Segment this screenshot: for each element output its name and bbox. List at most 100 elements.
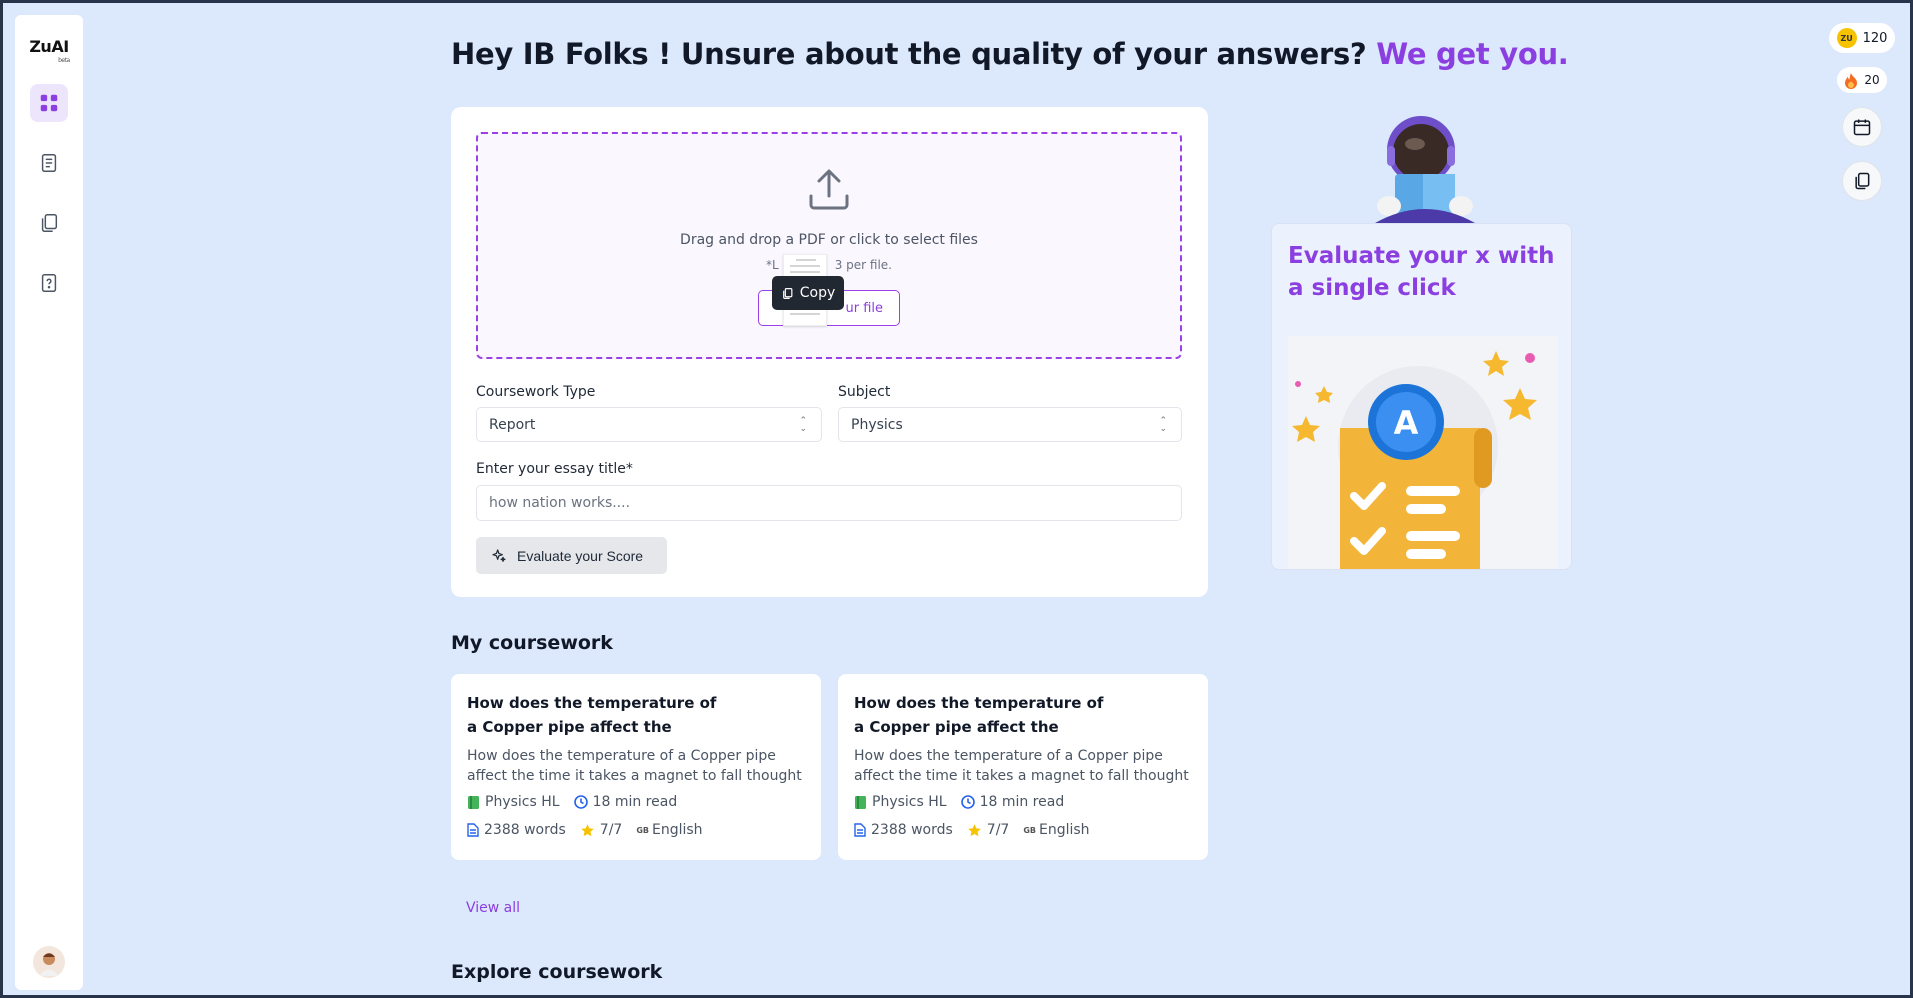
clock-icon	[573, 795, 588, 809]
nav-notes[interactable]	[30, 144, 68, 182]
subject-tag: Physics HL	[854, 794, 947, 810]
calendar-icon	[1853, 119, 1871, 136]
dropzone-limit-text: *L 3 per file.	[478, 258, 1180, 272]
language: GB English	[1023, 822, 1089, 838]
coursework-card-title: How does the temperature of a Copper pip…	[854, 694, 1104, 736]
clock-icon	[960, 795, 975, 809]
explore-coursework-title: Explore coursework	[451, 961, 663, 983]
grade-letter: A	[1394, 404, 1419, 442]
tooltip-label: Copy	[799, 285, 836, 301]
user-avatar[interactable]	[33, 946, 65, 978]
word-count: 2388 words	[854, 822, 953, 838]
coursework-meta-row: 2388 words 7/7 GB English	[467, 822, 703, 838]
subject-tag: Physics HL	[467, 794, 560, 810]
documents-button[interactable]	[1842, 161, 1882, 201]
language: GB English	[636, 822, 702, 838]
word-count: 2388 words	[467, 822, 566, 838]
coursework-meta-row: 2388 words 7/7 GB English	[854, 822, 1090, 838]
question-icon	[41, 274, 57, 292]
promo-title: Evaluate your x with a single click	[1288, 243, 1555, 301]
evaluation-form-card: Drag and drop a PDF or click to select f…	[451, 107, 1208, 597]
calendar-button[interactable]	[1842, 107, 1882, 147]
astronaut-illustration	[1375, 116, 1475, 223]
limit-text-left: *L	[766, 258, 779, 272]
grade-checklist-illustration: A	[1288, 336, 1558, 569]
read-time: 18 min read	[573, 794, 678, 810]
star-icon	[968, 823, 981, 836]
pdf-dropzone[interactable]: Drag and drop a PDF or click to select f…	[476, 132, 1182, 359]
coursework-meta-row: Physics HL 18 min read	[467, 794, 677, 810]
read-time-text: 18 min read	[592, 794, 678, 810]
streak-counter[interactable]: 20	[1837, 67, 1887, 93]
beta-badge: beta	[58, 57, 70, 64]
nav-dashboard[interactable]	[30, 84, 68, 122]
coursework-type-select[interactable]: Report ⌃ ⌄	[476, 407, 822, 442]
promo-card: Evaluate your x with a single click A	[1271, 223, 1572, 570]
gb-flag-icon: GB	[1023, 825, 1036, 835]
coursework-card-description: How does the temperature of a Copper pip…	[854, 748, 1189, 784]
coursework-type-value: Report	[489, 416, 536, 433]
grid-icon	[40, 94, 58, 112]
coursework-type-label: Coursework Type	[476, 384, 596, 400]
subject-select[interactable]: Physics ⌃ ⌄	[838, 407, 1182, 442]
language-text: English	[652, 822, 703, 838]
right-rail: ZU 120 20	[1828, 23, 1896, 201]
read-time: 18 min read	[960, 794, 1065, 810]
nav-questions[interactable]	[30, 264, 68, 302]
view-all-link[interactable]: View all	[466, 900, 520, 916]
copy-icon	[1855, 172, 1870, 190]
score-text: 7/7	[986, 822, 1010, 838]
copy-icon	[782, 287, 793, 299]
zuai-logo[interactable]: ZuAI beta	[29, 37, 70, 64]
subject-label: Subject	[838, 384, 891, 400]
evaluate-score-button[interactable]: Evaluate your Score	[476, 537, 667, 574]
coin-balance[interactable]: ZU 120	[1828, 23, 1896, 53]
word-count-text: 2388 words	[484, 822, 566, 838]
subject-value: Physics	[851, 416, 903, 433]
star-icon	[581, 823, 594, 836]
subject-text: Physics HL	[872, 794, 947, 810]
logo-text: ZuAI	[29, 37, 69, 56]
coursework-meta-row: Physics HL 18 min read	[854, 794, 1064, 810]
language-text: English	[1039, 822, 1090, 838]
score-text: 7/7	[599, 822, 623, 838]
score: 7/7	[967, 822, 1010, 838]
coursework-card[interactable]: How does the temperature of a Copper pip…	[838, 674, 1208, 860]
headline-accent: We get you.	[1376, 37, 1569, 71]
coursework-card[interactable]: How does the temperature of a Copper pip…	[451, 674, 821, 860]
headline-main: Hey IB Folks ! Unsure about the quality …	[451, 37, 1367, 71]
sparkle-icon	[492, 548, 506, 562]
upload-button-label: ur file	[845, 300, 883, 316]
word-count-text: 2388 words	[871, 822, 953, 838]
evaluate-button-label: Evaluate your Score	[517, 547, 644, 564]
dropzone-instructions: Drag and drop a PDF or click to select f…	[680, 232, 978, 248]
essay-title-label: Enter your essay title*	[476, 461, 633, 477]
file-text-icon	[854, 823, 866, 837]
essay-title-input[interactable]	[476, 485, 1182, 521]
copy-tooltip: Copy	[772, 276, 844, 310]
coursework-card-title: How does the temperature of a Copper pip…	[467, 694, 717, 736]
coin-count: 120	[1862, 30, 1888, 46]
gb-flag-icon: GB	[636, 825, 649, 835]
my-coursework-title: My coursework	[451, 632, 613, 654]
page-headline: Hey IB Folks ! Unsure about the quality …	[451, 37, 1569, 71]
book-icon	[468, 795, 479, 809]
score: 7/7	[580, 822, 623, 838]
upload-icon	[809, 169, 849, 210]
flame-icon	[1845, 72, 1858, 89]
read-time-text: 18 min read	[979, 794, 1065, 810]
coursework-card-description: How does the temperature of a Copper pip…	[467, 748, 802, 784]
sidebar: ZuAI beta	[15, 15, 83, 990]
avatar-icon	[39, 953, 59, 976]
subject-text: Physics HL	[485, 794, 560, 810]
document-icon	[41, 154, 57, 172]
chevron-updown-icon: ⌃ ⌄	[1159, 416, 1167, 434]
streak-count: 20	[1864, 73, 1880, 87]
book-icon	[855, 795, 866, 809]
chevron-updown-icon: ⌃ ⌄	[799, 416, 807, 434]
nav-coursework[interactable]	[30, 204, 68, 242]
file-text-icon	[467, 823, 479, 837]
coin-icon: ZU	[1836, 28, 1857, 48]
limit-text-right: 3 per file.	[834, 258, 892, 272]
copy-icon	[41, 214, 58, 232]
